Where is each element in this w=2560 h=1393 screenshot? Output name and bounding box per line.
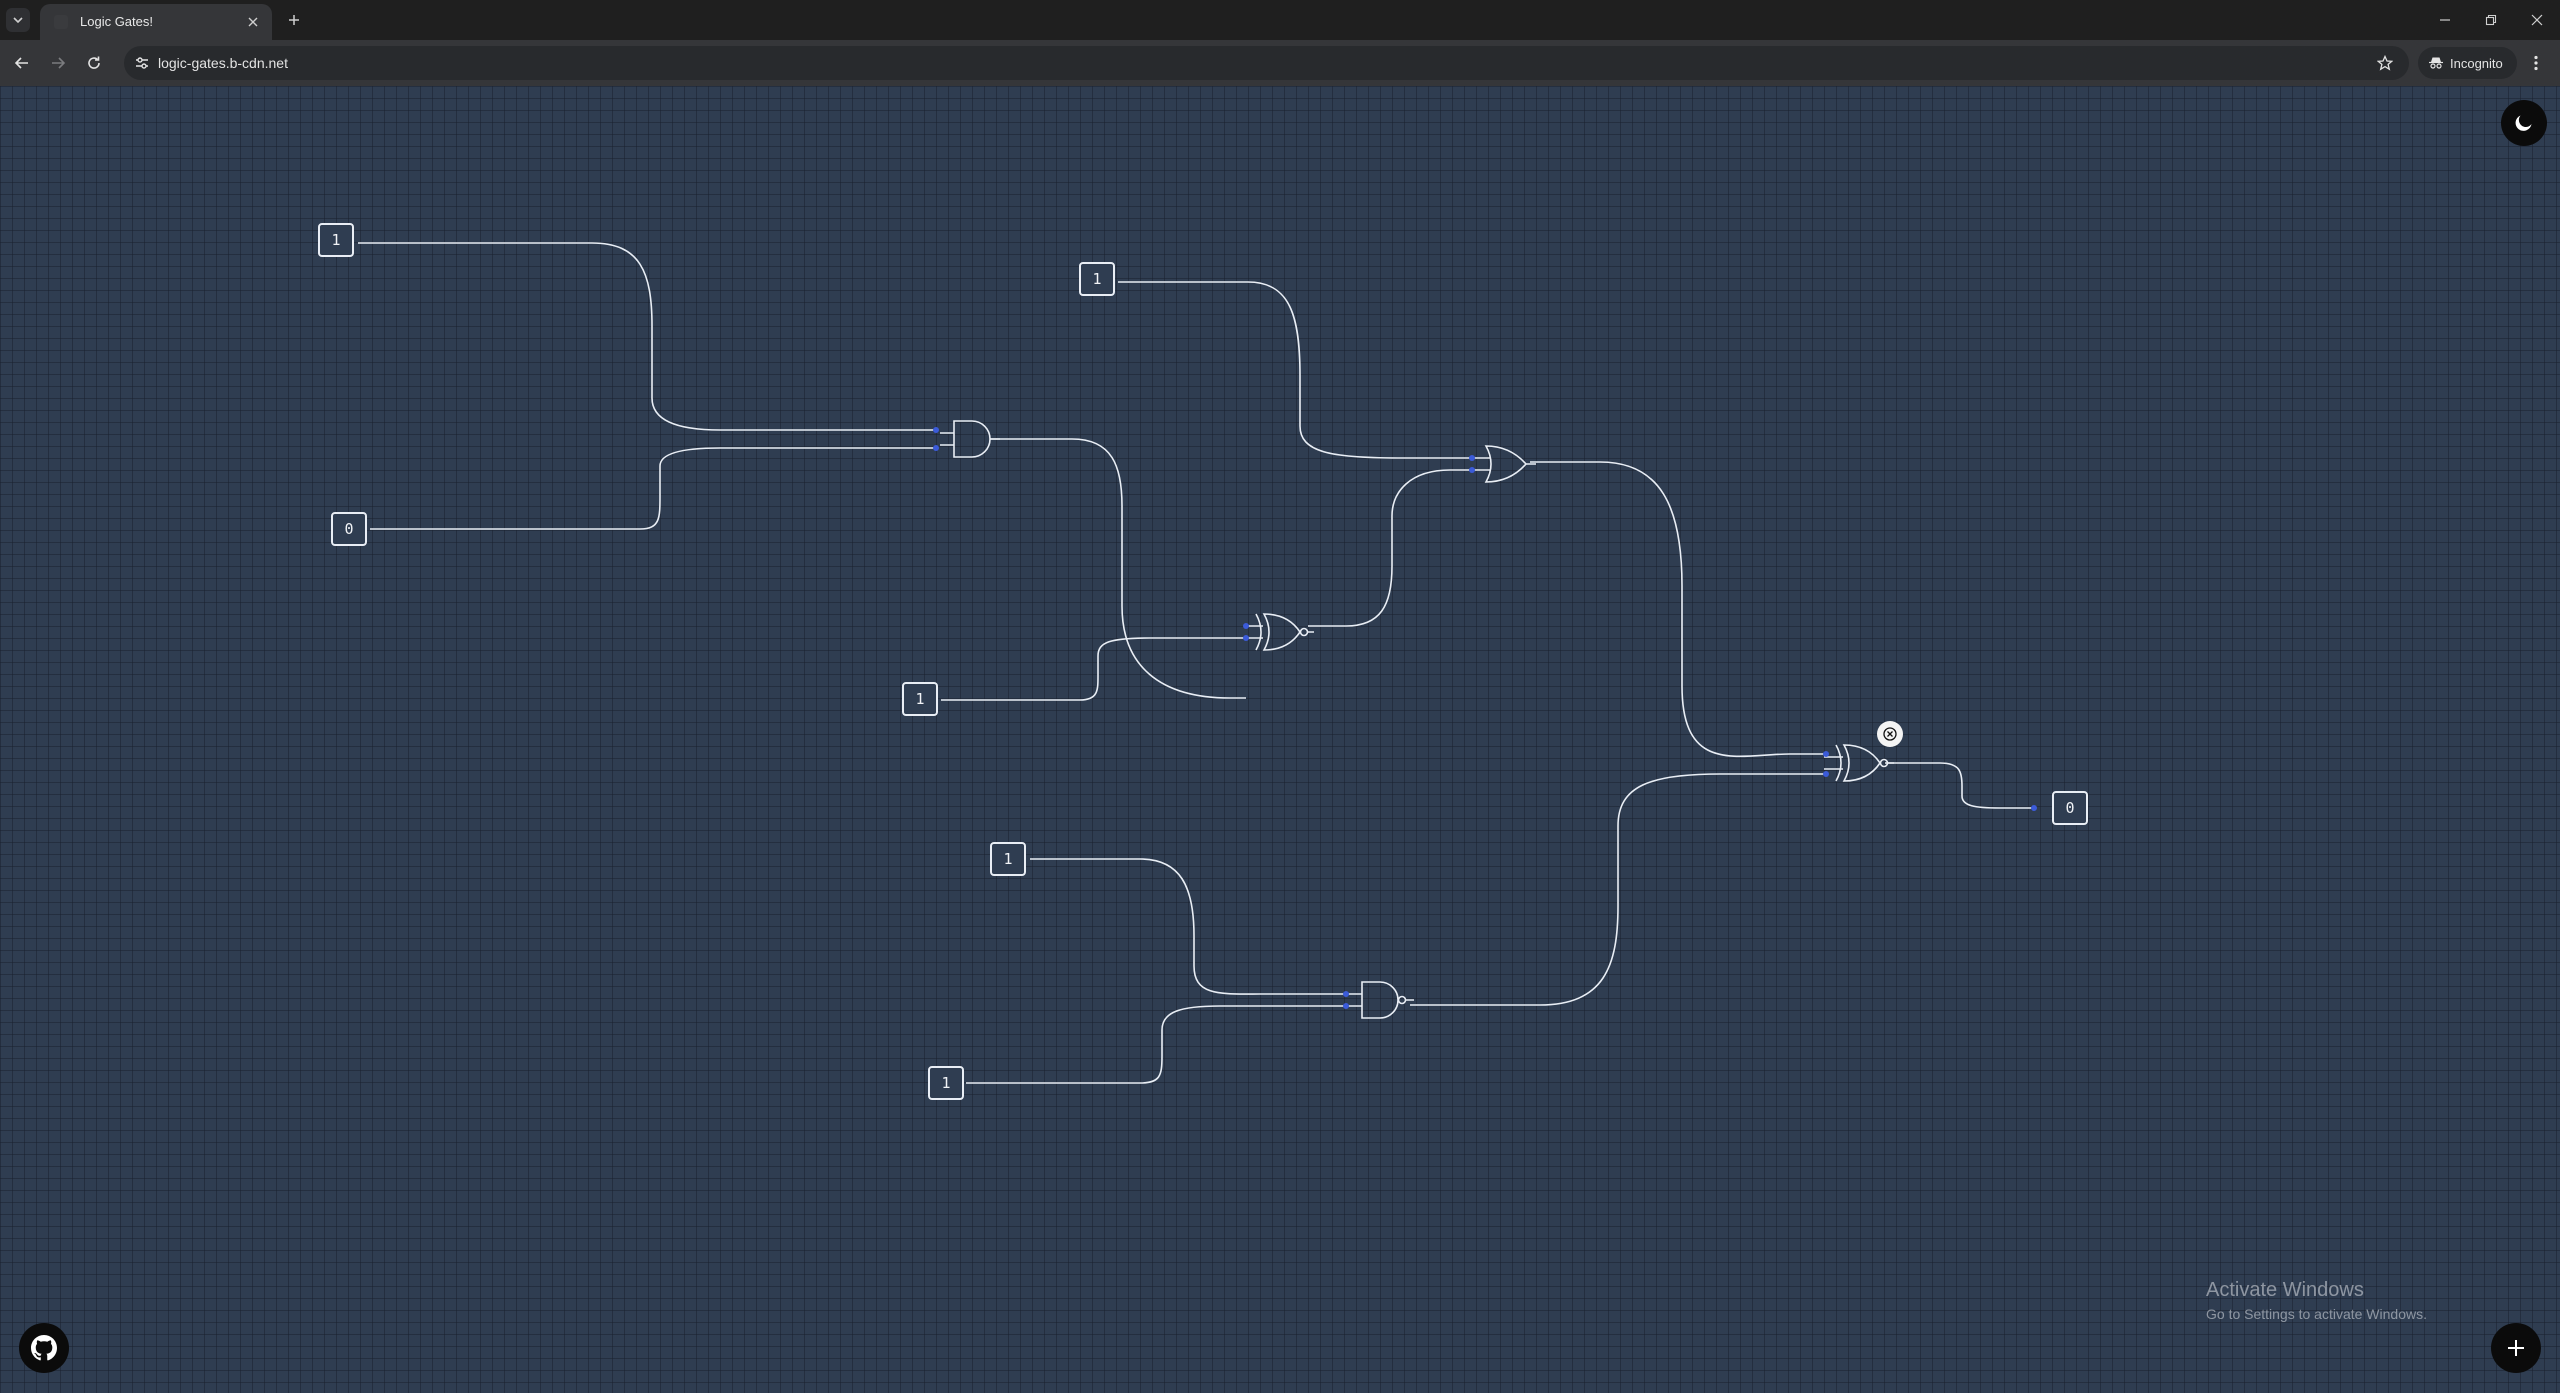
wire[interactable]: [1118, 281, 1472, 459]
output-pin[interactable]: [2031, 805, 2037, 811]
activate-windows-watermark: Activate Windows Go to Settings to activ…: [2206, 1279, 2427, 1322]
input-node[interactable]: 1: [928, 1066, 964, 1100]
browser-toolbar: logic-gates.b-cdn.net Incognito: [0, 40, 2560, 86]
browser-menu-button[interactable]: [2524, 51, 2548, 75]
star-icon: [2377, 55, 2393, 71]
wire[interactable]: [1530, 461, 1826, 758]
github-icon: [31, 1335, 57, 1361]
reload-icon: [88, 56, 100, 69]
incognito-icon: [2429, 57, 2443, 69]
wire[interactable]: [990, 438, 1246, 699]
tab-title: Logic Gates!: [80, 14, 153, 29]
incognito-label: Incognito: [2450, 55, 2503, 71]
tab-favicon-icon: [54, 15, 68, 29]
address-bar[interactable]: logic-gates.b-cdn.net: [124, 46, 2409, 80]
restore-icon: [2485, 14, 2497, 26]
input-pin[interactable]: [1469, 467, 1475, 473]
add-gate-button[interactable]: [2491, 1323, 2541, 1373]
close-icon: [248, 17, 258, 27]
wire[interactable]: [370, 447, 936, 530]
tab-search-button[interactable]: [6, 8, 30, 32]
bookmark-button[interactable]: [2375, 53, 2395, 73]
circuit-canvas[interactable]: 1 0 1 1 1 1 0 Activate Windows Go to Set…: [0, 86, 2560, 1393]
input-node[interactable]: 1: [990, 842, 1026, 876]
forward-button[interactable]: [46, 51, 70, 75]
chevron-down-icon: [13, 17, 23, 24]
output-node[interactable]: 0: [2052, 791, 2088, 825]
arrow-right-icon: [52, 57, 66, 69]
or-gate[interactable]: [1471, 445, 1537, 483]
input-node[interactable]: 0: [331, 512, 367, 546]
back-button[interactable]: [10, 51, 34, 75]
input-pin[interactable]: [1469, 455, 1475, 461]
input-pin[interactable]: [1343, 1003, 1349, 1009]
wire[interactable]: [1308, 469, 1472, 627]
plus-icon: [2508, 1340, 2524, 1356]
input-pin[interactable]: [933, 445, 939, 451]
input-node[interactable]: 1: [318, 223, 354, 257]
restore-button[interactable]: [2468, 0, 2514, 40]
input-pin[interactable]: [933, 427, 939, 433]
window-controls: [2422, 0, 2560, 40]
more-vertical-icon: [2534, 55, 2538, 71]
and-gate[interactable]: [939, 420, 1001, 458]
browser-tab[interactable]: Logic Gates!: [40, 4, 272, 40]
url-text: logic-gates.b-cdn.net: [158, 55, 288, 71]
watermark-subtitle: Go to Settings to activate Windows.: [2206, 1306, 2427, 1322]
minimize-icon: [2440, 19, 2450, 21]
input-pin[interactable]: [1243, 623, 1249, 629]
wire[interactable]: [1030, 858, 1346, 995]
input-pin[interactable]: [1823, 771, 1829, 777]
xnor-gate[interactable]: [1823, 744, 1895, 782]
wire[interactable]: [1410, 773, 1826, 1006]
wire[interactable]: [941, 637, 1246, 701]
circuit-diagram: [358, 242, 2037, 1084]
close-window-button[interactable]: [2514, 0, 2560, 40]
arrow-left-icon: [14, 57, 28, 69]
input-pin[interactable]: [1823, 751, 1829, 757]
incognito-badge[interactable]: Incognito: [2418, 47, 2517, 79]
plus-icon: [289, 15, 299, 25]
close-icon: [2531, 14, 2543, 26]
wire[interactable]: [1885, 762, 2036, 809]
reload-button[interactable]: [82, 51, 106, 75]
wire[interactable]: [358, 242, 936, 431]
pin-group: [933, 427, 2037, 1009]
tune-icon: [136, 57, 148, 69]
tab-close-button[interactable]: [244, 13, 262, 31]
moon-icon: [2515, 115, 2532, 131]
nand-gate[interactable]: [1347, 981, 1415, 1019]
new-tab-button[interactable]: [282, 8, 306, 32]
xnor-gate[interactable]: [1243, 613, 1315, 651]
minimize-button[interactable]: [2422, 0, 2468, 40]
input-pin[interactable]: [1243, 635, 1249, 641]
input-node[interactable]: 1: [902, 682, 938, 716]
site-info-button[interactable]: [132, 53, 152, 73]
delete-gate-button[interactable]: [1877, 721, 1903, 747]
input-pin[interactable]: [1343, 991, 1349, 997]
theme-toggle-button[interactable]: [2501, 100, 2547, 146]
wire[interactable]: [966, 1005, 1346, 1084]
close-icon: [1883, 727, 1897, 741]
watermark-title: Activate Windows: [2206, 1279, 2364, 1301]
browser-tab-bar: Logic Gates!: [0, 0, 2560, 40]
github-link-button[interactable]: [19, 1323, 69, 1373]
wire-group: [358, 242, 2036, 1084]
input-node[interactable]: 1: [1079, 262, 1115, 296]
